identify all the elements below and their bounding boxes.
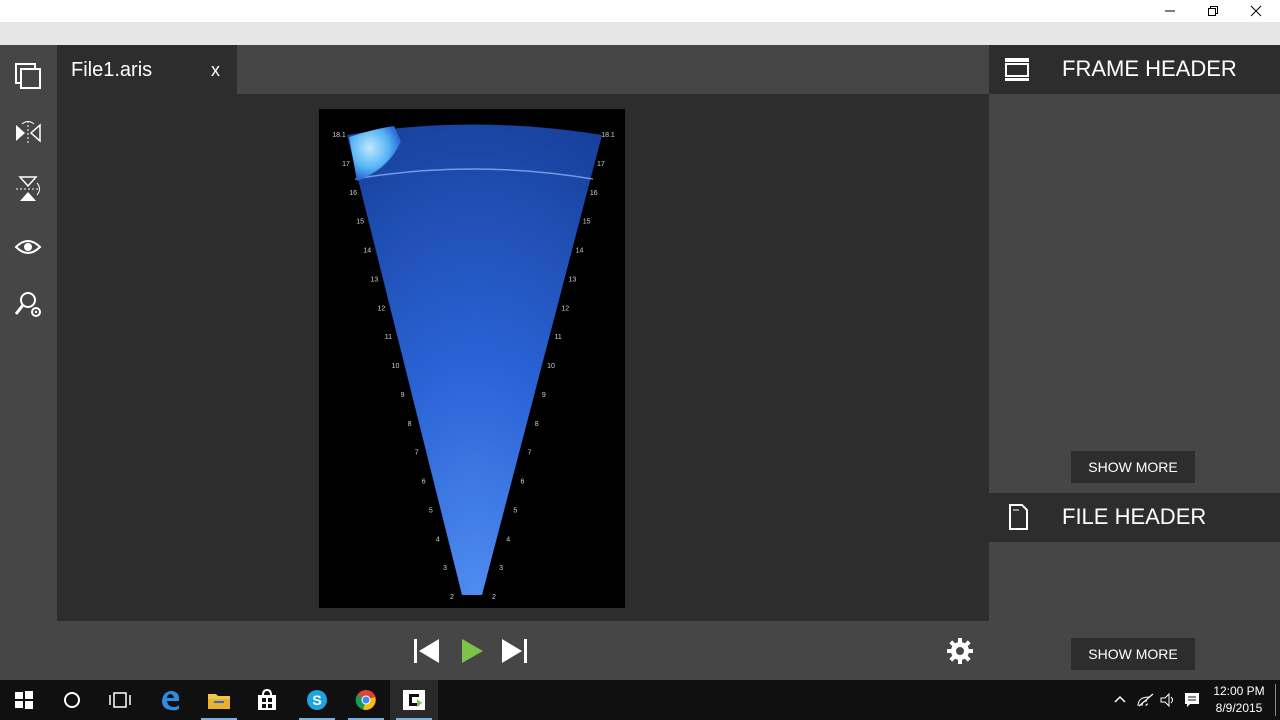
- tab-file[interactable]: File1.aris x: [57, 45, 237, 94]
- range-label-left: 13: [370, 276, 378, 283]
- next-frame-icon[interactable]: [499, 636, 529, 666]
- range-label-left: 5: [429, 507, 433, 514]
- file-header-title: FILE HEADER: [1062, 504, 1207, 529]
- file-explorer-icon[interactable]: [195, 680, 243, 720]
- chrome-icon[interactable]: [342, 680, 390, 720]
- clock-time: 12:00 PM: [1213, 684, 1265, 698]
- range-label-left: 8: [408, 421, 412, 428]
- range-label-right: 11: [554, 334, 561, 341]
- taskbar: S 12:00 PM 8/9/2015: [0, 680, 1280, 720]
- range-label-right: 18.1: [601, 132, 615, 139]
- copy-icon[interactable]: [14, 61, 42, 89]
- range-label-right: 9: [542, 392, 546, 399]
- minimize-button[interactable]: [1148, 0, 1192, 22]
- range-label-left: 3: [443, 565, 447, 572]
- minimize-icon: [1165, 10, 1175, 12]
- playback-bar: [57, 621, 989, 680]
- range-label-right: 15: [583, 219, 591, 226]
- flip-horizontal-icon[interactable]: [14, 119, 42, 147]
- skype-icon[interactable]: S: [293, 680, 341, 720]
- sonar-viewer: 18.1 17 16 15 14 13 12 11 10 9 8 7 6 5 4 3 2 18.1 17 16 15 1…: [57, 94, 989, 621]
- frame-header-show-more-button[interactable]: SHOW MORE: [1071, 451, 1195, 483]
- range-label-left: 14: [363, 248, 371, 255]
- store-icon[interactable]: [243, 680, 291, 720]
- range-label-left: 12: [377, 305, 385, 312]
- range-label-left: 9: [401, 392, 405, 399]
- svg-text:S: S: [312, 692, 321, 708]
- document-icon: [1003, 502, 1033, 532]
- right-panel: FRAME HEADER SHOW MORE FILE HEADER SHOW …: [989, 45, 1280, 680]
- close-window-button[interactable]: [1234, 0, 1278, 22]
- search-settings-icon[interactable]: [14, 290, 42, 318]
- notification-icon[interactable]: [1183, 691, 1201, 709]
- tab-strip: File1.aris x: [57, 45, 989, 94]
- cortana-icon[interactable]: [48, 680, 96, 720]
- range-label-right: 17: [597, 161, 605, 168]
- restore-button[interactable]: [1191, 0, 1235, 22]
- range-label-right: 4: [506, 536, 510, 543]
- range-label-right: 12: [561, 305, 569, 312]
- range-label-right: 13: [568, 276, 576, 283]
- range-label-right: 7: [528, 450, 532, 457]
- range-label-left: 11: [385, 334, 392, 341]
- range-label-right: 5: [513, 507, 517, 514]
- aris-app-icon[interactable]: [390, 680, 438, 720]
- range-label-left: 4: [436, 536, 440, 543]
- range-label-right: 6: [521, 479, 525, 486]
- close-icon: [1250, 5, 1262, 17]
- file-header-bar: FILE HEADER: [989, 493, 1280, 542]
- range-label-right: 10: [547, 363, 555, 370]
- range-label-left: 17: [342, 161, 350, 168]
- windows-start-icon[interactable]: [0, 680, 48, 720]
- range-label-right: 2: [492, 594, 496, 601]
- sonar-image[interactable]: 18.1 17 16 15 14 13 12 11 10 9 8 7 6 5 4 3 2 18.1 17 16 15 1…: [319, 109, 625, 608]
- sonar-fan: [347, 124, 602, 595]
- taskbar-clock[interactable]: 12:00 PM 8/9/2015: [1208, 683, 1270, 717]
- previous-frame-icon[interactable]: [412, 636, 442, 666]
- gear-icon[interactable]: [945, 636, 975, 666]
- range-label-left: 10: [392, 363, 400, 370]
- frame-header-bar: FRAME HEADER: [989, 45, 1280, 94]
- range-label-left: 2: [450, 594, 454, 601]
- left-toolbar: [0, 45, 57, 680]
- restore-icon: [1208, 6, 1218, 16]
- range-label-right: 16: [590, 190, 598, 197]
- range-label-left: 18.1: [332, 132, 346, 139]
- eye-icon[interactable]: [14, 233, 42, 261]
- tab-close-button[interactable]: x: [211, 60, 220, 81]
- show-desktop-divider[interactable]: [1275, 684, 1276, 716]
- range-label-left: 7: [415, 450, 419, 457]
- frame-icon: [1003, 54, 1033, 84]
- chevron-up-icon[interactable]: [1112, 692, 1128, 708]
- clock-date: 8/9/2015: [1215, 701, 1263, 715]
- flip-vertical-icon[interactable]: [14, 175, 42, 203]
- range-label-right: 14: [576, 248, 584, 255]
- app-header-strip: [0, 22, 1280, 45]
- range-label-left: 6: [422, 479, 426, 486]
- range-label-left: 15: [356, 219, 364, 226]
- tab-title: File1.aris: [71, 59, 153, 81]
- play-icon[interactable]: [457, 636, 487, 666]
- file-header-show-more-button[interactable]: SHOW MORE: [1071, 638, 1195, 670]
- network-icon[interactable]: [1137, 692, 1155, 708]
- range-label-right: 3: [499, 565, 503, 572]
- volume-icon[interactable]: [1159, 692, 1177, 708]
- title-bar: [0, 0, 1280, 22]
- edge-icon[interactable]: [146, 680, 194, 720]
- range-label-left: 16: [349, 190, 357, 197]
- range-label-right: 8: [535, 421, 539, 428]
- frame-header-title: FRAME HEADER: [1062, 56, 1237, 81]
- task-view-icon[interactable]: [96, 680, 144, 720]
